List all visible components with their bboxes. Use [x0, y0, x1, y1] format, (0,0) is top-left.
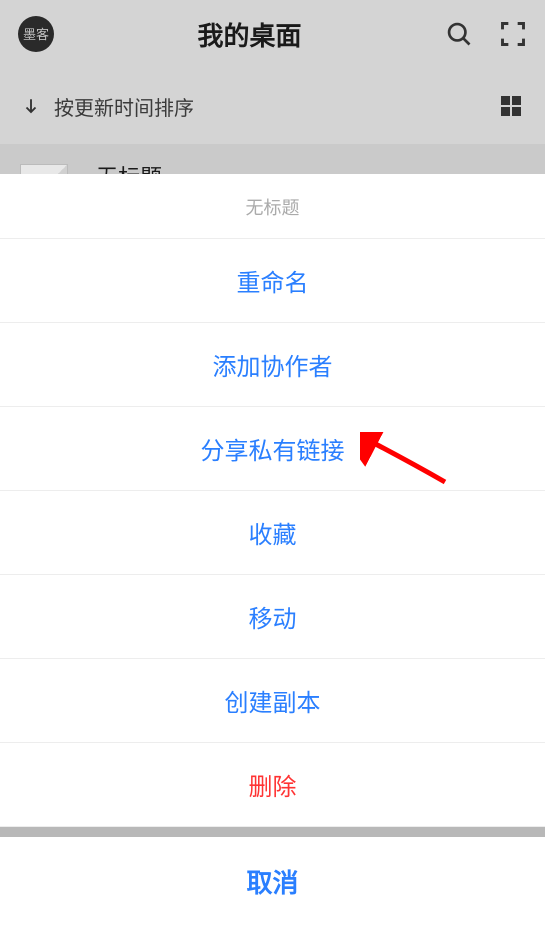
- watermark-main: 系统之家: [437, 884, 527, 898]
- fullscreen-icon[interactable]: [499, 20, 527, 48]
- logo-text: 墨客: [23, 28, 49, 41]
- add-collaborator-button[interactable]: 添加协作者: [0, 323, 545, 407]
- page-title: 我的桌面: [54, 16, 445, 53]
- action-sheet: 无标题 重命名 添加协作者 分享私有链接 收藏 移动 创建副本 删除 取消: [0, 174, 545, 926]
- rename-button[interactable]: 重命名: [0, 239, 545, 323]
- app-logo[interactable]: 墨客: [18, 16, 54, 52]
- cancel-button[interactable]: 取消: [0, 837, 545, 926]
- watermark-sub: XITONGZHIJIA.NET: [437, 898, 527, 912]
- grid-view-icon[interactable]: [499, 94, 523, 118]
- duplicate-button[interactable]: 创建副本: [0, 659, 545, 743]
- move-button[interactable]: 移动: [0, 575, 545, 659]
- sort-label: 按更新时间排序: [54, 92, 194, 121]
- app-header: 墨客 我的桌面: [0, 0, 545, 68]
- sheet-title: 无标题: [0, 174, 545, 239]
- sort-button[interactable]: 按更新时间排序: [22, 92, 194, 121]
- house-icon: [403, 886, 431, 910]
- sort-bar: 按更新时间排序: [0, 68, 545, 144]
- share-link-button[interactable]: 分享私有链接: [0, 407, 545, 491]
- search-icon[interactable]: [445, 20, 473, 48]
- favorite-button[interactable]: 收藏: [0, 491, 545, 575]
- delete-button[interactable]: 删除: [0, 743, 545, 827]
- arrow-down-icon: [22, 97, 40, 115]
- sheet-separator: [0, 827, 545, 837]
- watermark: 系统之家 XITONGZHIJIA.NET: [403, 884, 527, 912]
